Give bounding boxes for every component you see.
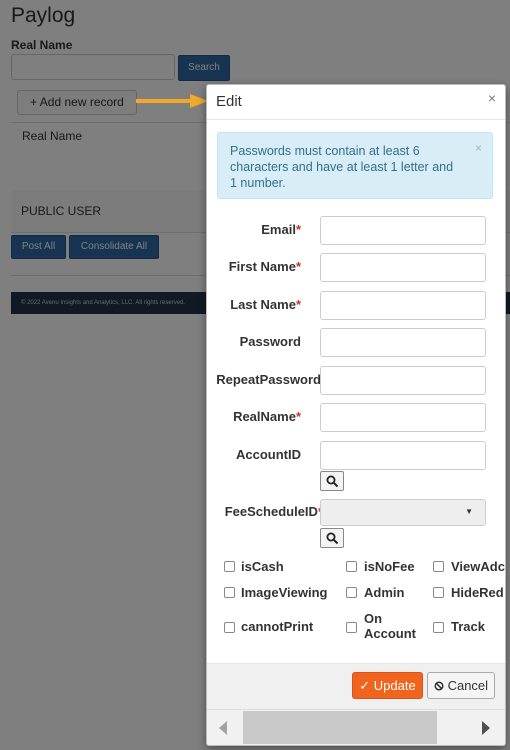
fee-schedule-id-label-text: FeeScheduleID <box>224 504 318 519</box>
fee-schedule-id-label: FeeScheduleID* <box>225 504 323 519</box>
view-adc-checkbox[interactable] <box>433 561 444 572</box>
view-adc-label: ViewAdc <box>451 559 505 574</box>
search-icon <box>326 475 339 488</box>
account-id-field[interactable] <box>320 441 486 470</box>
email-label-text: Email <box>261 222 296 237</box>
on-account-checkbox[interactable] <box>346 622 357 633</box>
real-name-label-text: RealName <box>233 409 296 424</box>
update-button[interactable]: ✓ Update <box>352 672 423 699</box>
is-no-fee-label: isNoFee <box>364 559 415 574</box>
required-marker: * <box>295 297 301 312</box>
alert-text: Passwords must contain at least 6 charac… <box>230 144 454 190</box>
dialog-title: Edit <box>216 93 242 110</box>
cancel-button[interactable]: Cancel <box>427 672 495 699</box>
cannot-print-checkbox[interactable] <box>224 622 235 633</box>
cancel-button-label: Cancel <box>447 678 489 693</box>
edit-dialog: Edit × Passwords must contain at least 6… <box>206 84 506 746</box>
track-label: Track <box>451 619 485 634</box>
repeat-password-label: RepeatPassword <box>216 372 321 387</box>
dialog-footer: ✓ Update Cancel <box>207 663 505 710</box>
caret-down-icon: ▼ <box>465 507 473 516</box>
last-name-label-text: Last Name <box>230 297 296 312</box>
admin-label: Admin <box>364 585 405 600</box>
password-label: Password <box>239 334 301 349</box>
email-label: Email* <box>261 222 301 237</box>
on-account-label: On Account <box>364 611 416 641</box>
search-icon <box>326 532 339 545</box>
required-marker: * <box>295 409 301 424</box>
close-icon[interactable]: × <box>488 90 496 106</box>
on-account-label-line1: On <box>364 611 383 626</box>
is-cash-checkbox[interactable] <box>224 561 235 572</box>
first-name-label-text: First Name <box>228 259 296 274</box>
dialog-header: Edit × <box>207 85 505 120</box>
password-info-alert: Passwords must contain at least 6 charac… <box>217 132 493 199</box>
required-marker: * <box>295 259 301 274</box>
image-viewing-checkbox[interactable] <box>224 587 235 598</box>
repeat-password-field[interactable] <box>320 366 486 395</box>
annotation-arrow-icon <box>136 94 208 108</box>
hide-red-checkbox[interactable] <box>433 587 444 598</box>
last-name-field[interactable] <box>320 291 486 320</box>
on-account-label-line2: Account <box>364 626 416 641</box>
required-marker: * <box>295 222 301 237</box>
horizontal-scrollbar[interactable] <box>207 709 505 745</box>
ban-icon <box>434 681 444 691</box>
last-name-label: Last Name* <box>230 297 301 312</box>
account-id-label: AccountID <box>236 447 301 462</box>
is-cash-label: isCash <box>241 559 284 574</box>
account-id-lookup-button[interactable] <box>320 471 344 491</box>
fee-schedule-lookup-button[interactable] <box>320 528 344 548</box>
is-no-fee-checkbox[interactable] <box>346 561 357 572</box>
email-field[interactable] <box>320 216 486 245</box>
cannot-print-label: cannotPrint <box>241 619 314 634</box>
hide-red-label: HideRed <box>451 585 504 600</box>
alert-close-icon[interactable]: × <box>475 140 482 156</box>
fee-schedule-id-select[interactable]: ▼ <box>320 499 486 526</box>
scroll-right-icon[interactable] <box>482 721 490 735</box>
admin-checkbox[interactable] <box>346 587 357 598</box>
scrollbar-thumb[interactable] <box>243 711 437 744</box>
first-name-label: First Name* <box>229 259 301 274</box>
real-name-field-label: RealName* <box>233 409 301 424</box>
track-checkbox[interactable] <box>433 622 444 633</box>
password-field[interactable] <box>320 328 486 357</box>
scroll-left-icon[interactable] <box>219 721 227 735</box>
check-icon: ✓ <box>359 678 371 693</box>
image-viewing-label: ImageViewing <box>241 585 328 600</box>
real-name-field[interactable] <box>320 403 486 432</box>
update-button-label: Update <box>373 678 416 693</box>
first-name-field[interactable] <box>320 253 486 282</box>
